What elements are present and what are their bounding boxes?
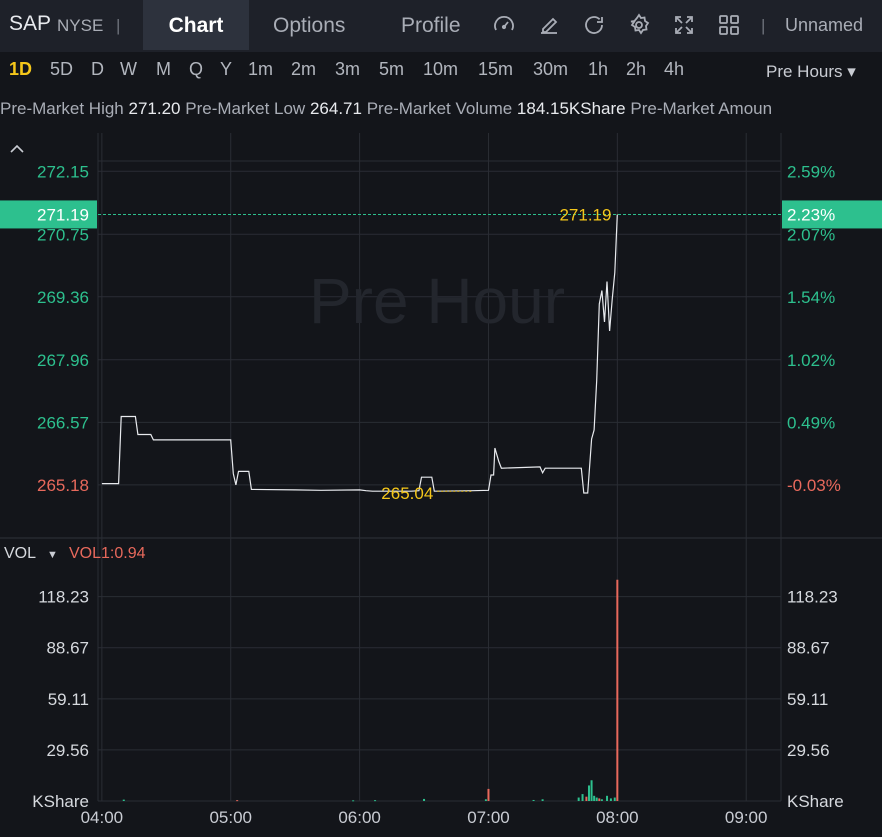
volume-indicator: VOL1:0.94 (69, 545, 146, 562)
fullscreen-icon[interactable] (672, 13, 696, 37)
volume-label: VOL (4, 545, 37, 562)
last-change-value: 2.23% (787, 205, 835, 224)
period-30m[interactable]: 30m (533, 59, 568, 80)
period-2h[interactable]: 2h (626, 59, 646, 80)
stat-volume-label: Pre-Market Volume (366, 99, 513, 118)
collapse-icon[interactable] (10, 144, 24, 153)
volume-bar[interactable] (593, 795, 596, 801)
price-axis-label: 272.15 (37, 162, 89, 181)
volume-bar[interactable] (484, 799, 487, 801)
pencil-icon[interactable] (537, 13, 561, 37)
gauge-icon[interactable] (492, 13, 516, 37)
period-4h[interactable]: 4h (664, 59, 684, 80)
volume-bar[interactable] (600, 799, 603, 801)
period-5d[interactable]: 5D (50, 59, 73, 80)
x-tick-label: 05:00 (209, 808, 252, 827)
percent-axis-label: -0.03% (787, 476, 841, 495)
stat-high-label: Pre-Market High (0, 99, 124, 118)
period-10m[interactable]: 10m (423, 59, 458, 80)
volume-bar[interactable] (606, 795, 609, 801)
tab-chart[interactable]: Chart (143, 0, 249, 50)
volume-bar[interactable] (581, 794, 584, 801)
volume-axis-label-right: 59.11 (787, 690, 828, 709)
stat-low-label: Pre-Market Low (185, 99, 306, 118)
volume-axis-label: 29.56 (46, 741, 89, 760)
period-3m[interactable]: 3m (335, 59, 360, 80)
volume-bar[interactable] (616, 579, 619, 801)
period-y[interactable]: Y (220, 59, 232, 80)
volume-bar[interactable] (122, 799, 125, 801)
volume-bar[interactable] (587, 785, 590, 801)
volume-bar[interactable] (598, 798, 601, 801)
high-marker-label: 271.19 (559, 205, 611, 224)
volume-axis-label-right: 118.23 (787, 588, 838, 607)
period-selector: 1D 5D D W M Q Y 1m 2m 3m 5m 10m 15m 30m … (0, 53, 882, 89)
period-1h[interactable]: 1h (588, 59, 608, 80)
price-axis-label: 265.18 (37, 476, 89, 495)
period-5m[interactable]: 5m (379, 59, 404, 80)
volume-axis-label: 88.67 (46, 639, 89, 658)
percent-axis-label: 1.54% (787, 288, 835, 307)
volume-bar[interactable] (613, 797, 616, 801)
x-tick-label: 09:00 (725, 808, 768, 827)
period-q[interactable]: Q (189, 59, 203, 80)
price-axis-label: 269.36 (37, 288, 89, 307)
period-1m[interactable]: 1m (248, 59, 273, 80)
percent-axis-label: 2.59% (787, 162, 835, 181)
period-m[interactable]: M (156, 59, 171, 80)
tab-options[interactable]: Options (273, 0, 345, 50)
period-15m[interactable]: 15m (478, 59, 513, 80)
gear-icon[interactable] (627, 13, 651, 37)
premarket-stats: Pre-Market High 271.20 Pre-Market Low 26… (0, 99, 882, 125)
tab-profile[interactable]: Profile (401, 0, 461, 50)
percent-axis-label: 0.49% (787, 413, 835, 432)
percent-axis-label: 1.02% (787, 351, 835, 370)
volume-bar[interactable] (595, 797, 598, 801)
period-d[interactable]: D (91, 59, 104, 80)
volume-bar[interactable] (487, 788, 490, 801)
separator: | (761, 16, 766, 35)
refresh-icon[interactable] (582, 13, 606, 37)
symbol-ticker[interactable]: SAP (9, 12, 51, 36)
price-axis-label: 267.96 (37, 351, 89, 370)
stat-high-value: 271.20 (128, 99, 181, 118)
last-price-value: 271.19 (37, 205, 89, 224)
period-w[interactable]: W (120, 59, 137, 80)
volume-bar[interactable] (585, 796, 588, 801)
period-2m[interactable]: 2m (291, 59, 316, 80)
volume-axis-label-right: 29.56 (787, 741, 830, 760)
volume-bar[interactable] (236, 800, 239, 802)
volume-bar[interactable] (352, 800, 355, 802)
grid-icon[interactable] (717, 13, 741, 37)
volume-bar[interactable] (423, 798, 426, 801)
volume-bar[interactable] (590, 780, 593, 801)
volume-axis-label: KShare (32, 792, 89, 811)
low-marker-label: 265.04 (381, 484, 433, 503)
top-bar: SAP NYSE | Chart Options Profile | Unnam… (0, 0, 882, 52)
x-tick-label: 06:00 (338, 808, 381, 827)
volume-axis-label-right: 88.67 (787, 639, 830, 658)
price-axis-label: 266.57 (37, 413, 89, 432)
stat-amount-label: Pre-Market Amoun (630, 99, 773, 118)
separator: | (116, 16, 121, 35)
x-tick-label: 08:00 (596, 808, 639, 827)
exchange-label: NYSE (57, 16, 104, 35)
volume-bar[interactable] (609, 798, 612, 801)
volume-axis-label-right: KShare (787, 792, 844, 811)
volume-bar[interactable] (577, 797, 580, 801)
chart-area[interactable]: Pre Hour 04:00 05:00 06:00 07:00 08:00 09:002… (0, 125, 882, 837)
volume-axis-label: 59.11 (48, 690, 89, 709)
session-dropdown[interactable]: Pre Hours ▾ (766, 62, 856, 82)
volume-bar[interactable] (541, 799, 544, 801)
stat-low-value: 264.71 (309, 99, 362, 118)
watermark: Pre Hour (309, 265, 565, 337)
period-1d[interactable]: 1D (9, 59, 32, 80)
volume-axis-label: 118.23 (38, 588, 89, 607)
volume-bar[interactable] (532, 799, 535, 801)
volume-bar[interactable] (374, 800, 377, 802)
chevron-down-icon[interactable]: ▼ (47, 545, 58, 565)
stat-volume-value: 184.15KShare (516, 99, 626, 118)
layout-name-button[interactable]: Unnamed (785, 15, 863, 36)
x-tick-label: 07:00 (467, 808, 510, 827)
